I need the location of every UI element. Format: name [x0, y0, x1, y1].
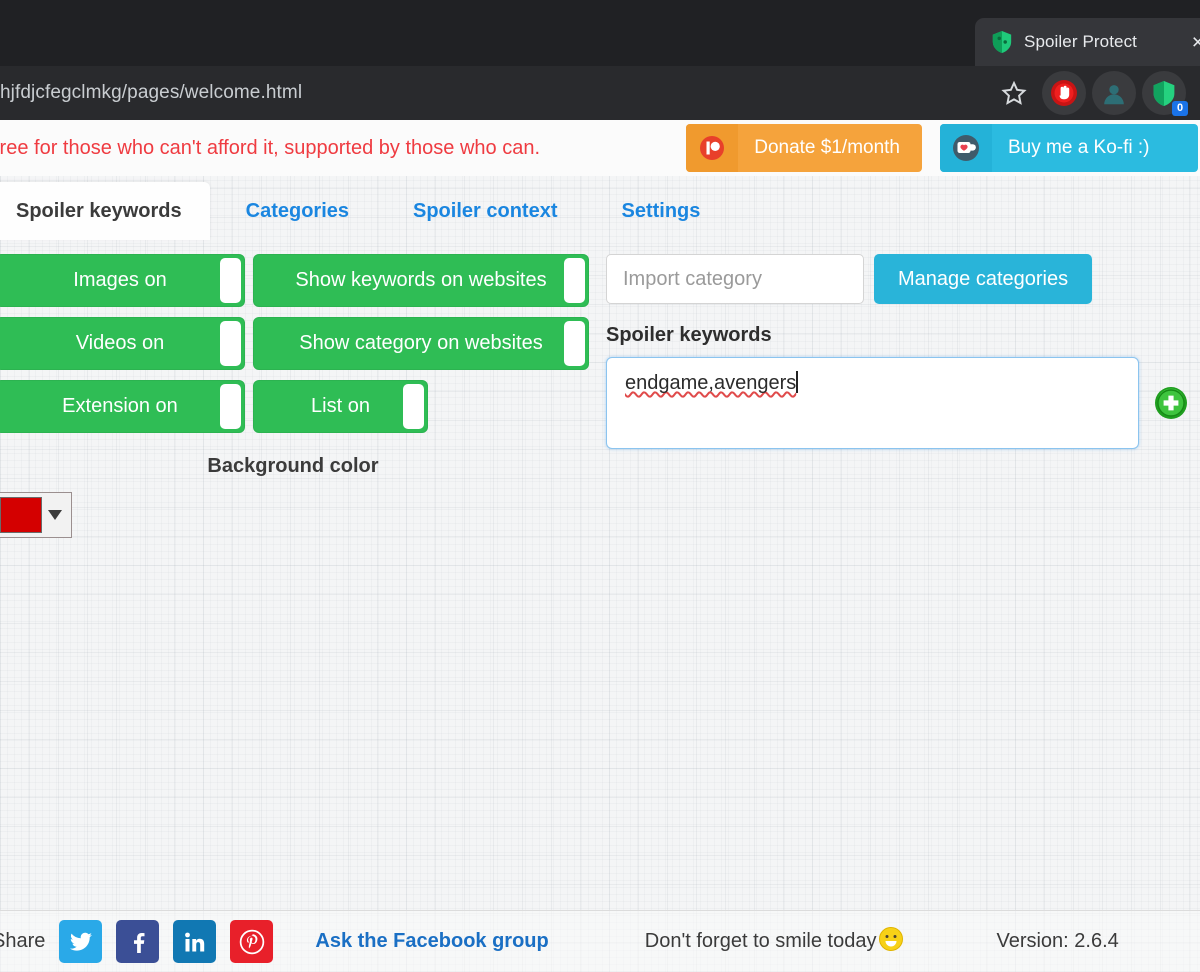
toggle-extension-label: Extension on — [62, 395, 178, 418]
share-label: Share — [0, 930, 45, 953]
footer-share-group: Share — [0, 920, 549, 963]
browser-tab-title: Spoiler Protect — [1024, 32, 1177, 52]
toggle-videos-label: Videos on — [76, 332, 165, 355]
toggle-list-label: List on — [311, 395, 370, 418]
browser-tab[interactable]: Spoiler Protect × — [975, 18, 1200, 66]
twitter-icon[interactable] — [59, 920, 102, 963]
text-caret — [796, 371, 798, 393]
tab-spoiler-context[interactable]: Spoiler context — [385, 182, 585, 240]
manage-categories-button[interactable]: Manage categories — [874, 254, 1092, 304]
toggle-videos[interactable]: Videos on — [0, 317, 245, 370]
kofi-label: Buy me a Ko-fi :) — [992, 137, 1172, 159]
tab-categories[interactable]: Categories — [218, 182, 377, 240]
page-footer: Share — [0, 910, 1200, 972]
tab-spoiler-keywords[interactable]: Spoiler keywords — [0, 182, 210, 240]
keyword-entry-row: endgame,avengers — [606, 357, 1200, 449]
coffee-cup-icon — [940, 124, 992, 172]
patreon-icon — [686, 124, 738, 172]
patreon-donate-label: Donate $1/month — [738, 137, 922, 159]
toggle-extension[interactable]: Extension on — [0, 380, 245, 433]
pinterest-icon[interactable] — [230, 920, 273, 963]
spoiler-protection-extension-icon[interactable]: 0 — [1142, 71, 1186, 115]
adblock-icon[interactable] — [1042, 71, 1086, 115]
settings-left-column: Images on Show keywords on websites Vide… — [0, 240, 598, 888]
toggle-knob — [220, 384, 241, 429]
version-label: Version: 2.6.4 — [996, 930, 1118, 953]
banner-buttons: Donate $1/month Buy me a Ko-fi :) — [686, 124, 1198, 172]
extension-badge-count: 0 — [1172, 101, 1188, 116]
browser-chrome: Spoiler Protect × hjfdjcfegclmkg/pages/w… — [0, 0, 1200, 120]
spoiler-keywords-textarea[interactable]: endgame,avengers — [606, 357, 1139, 449]
linkedin-icon[interactable] — [173, 920, 216, 963]
profile-avatar-icon[interactable] — [1092, 71, 1136, 115]
tab-settings[interactable]: Settings — [593, 182, 728, 240]
kofi-button[interactable]: Buy me a Ko-fi :) — [940, 124, 1198, 172]
smiley-icon — [878, 926, 904, 958]
spoiler-keywords-value: endgame,avengers — [625, 372, 796, 394]
add-keyword-button[interactable] — [1153, 385, 1189, 421]
url-input[interactable]: hjfdjcfegclmkg/pages/welcome.html — [0, 82, 986, 104]
banner-message: free for those who can't afford it, supp… — [0, 137, 540, 160]
donate-banner: free for those who can't afford it, supp… — [0, 120, 1200, 176]
toggle-grid: Images on Show keywords on websites Vide… — [0, 254, 598, 433]
import-category-input[interactable] — [606, 254, 864, 304]
background-color-label: Background color — [0, 455, 586, 478]
patreon-donate-button[interactable]: Donate $1/month — [686, 124, 922, 172]
spoiler-keywords-heading: Spoiler keywords — [606, 324, 1200, 347]
smile-message: Don't forget to smile today — [645, 926, 905, 958]
options-content: Images on Show keywords on websites Vide… — [0, 240, 1200, 888]
chevron-down-icon[interactable] — [48, 510, 62, 520]
toggle-images[interactable]: Images on — [0, 254, 245, 307]
options-tab-bar: Spoiler keywords Categories Spoiler cont… — [0, 176, 1200, 240]
toggle-knob — [564, 321, 585, 366]
extension-options-page: free for those who can't afford it, supp… — [0, 120, 1200, 972]
toggle-show-category-label: Show category on websites — [299, 332, 542, 355]
toggle-knob — [220, 321, 241, 366]
close-icon[interactable]: × — [1188, 30, 1200, 55]
smile-message-text: Don't forget to smile today — [645, 930, 877, 953]
toggle-show-keywords-on-websites[interactable]: Show keywords on websites — [253, 254, 589, 307]
facebook-icon[interactable] — [116, 920, 159, 963]
keywords-right-column: Manage categories Spoiler keywords endga… — [598, 240, 1200, 888]
bookmark-star-icon[interactable] — [992, 71, 1036, 115]
toggle-knob — [564, 258, 585, 303]
toggle-show-category-on-websites[interactable]: Show category on websites — [253, 317, 589, 370]
toggle-knob — [220, 258, 241, 303]
background-color-picker[interactable] — [0, 492, 72, 538]
import-category-row: Manage categories — [606, 254, 1200, 304]
ask-facebook-group-link[interactable]: Ask the Facebook group — [315, 930, 548, 953]
browser-tab-strip: Spoiler Protect × — [0, 0, 1200, 66]
toggle-images-label: Images on — [73, 269, 166, 292]
toggle-show-keywords-label: Show keywords on websites — [295, 269, 546, 292]
shield-icon — [991, 30, 1013, 54]
toggle-list[interactable]: List on — [253, 380, 428, 433]
toggle-knob — [403, 384, 424, 429]
browser-omnibox-row: hjfdjcfegclmkg/pages/welcome.html — [0, 66, 1200, 120]
background-color-swatch[interactable] — [0, 497, 42, 533]
